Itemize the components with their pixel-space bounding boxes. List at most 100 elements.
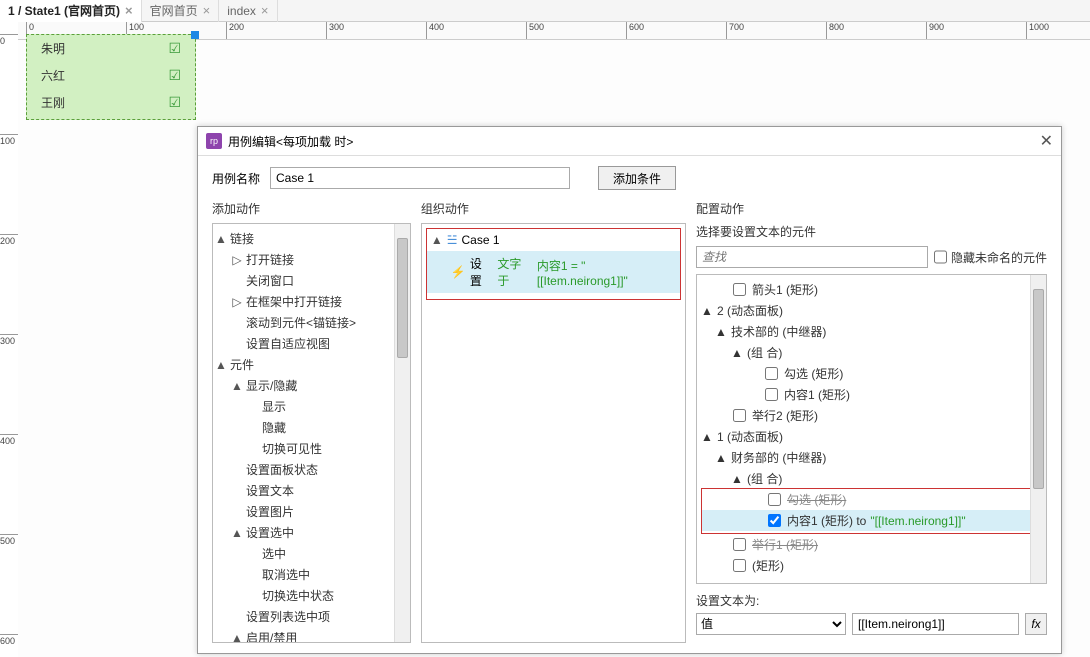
widget-checkbox[interactable] <box>765 388 778 401</box>
hide-unnamed-checkbox[interactable]: 隐藏未命名的元件 <box>934 246 1047 268</box>
widget-label: 举行1 (矩形) <box>752 536 818 553</box>
tree-arrow-icon[interactable]: ▲ <box>715 325 727 339</box>
widget-checkbox[interactable] <box>733 559 746 572</box>
ruler-tick: 300 <box>0 334 18 346</box>
tree-arrow-icon[interactable]: ▲ <box>731 472 743 486</box>
close-icon[interactable]: × <box>261 3 269 18</box>
repeater-widget[interactable]: 朱明☑六红☑王刚☑ <box>26 34 196 120</box>
action-tree-item[interactable]: 设置列表选中项 <box>215 606 408 627</box>
action-tree-item[interactable]: 滚动到元件<锚链接> <box>215 312 408 333</box>
close-icon[interactable]: × <box>203 3 211 18</box>
tree-item-label: 打开链接 <box>246 251 294 268</box>
widget-tree-item[interactable]: ▲(组 合) <box>699 468 1044 489</box>
ruler-tick: 500 <box>526 22 544 40</box>
scrollbar-thumb[interactable] <box>1033 289 1044 489</box>
check-icon[interactable]: ☑ <box>168 67 181 84</box>
action-tree-item[interactable]: 设置图片 <box>215 501 408 522</box>
tab-label: 1 / State1 (官网首页) <box>8 2 120 19</box>
tree-arrow-icon[interactable]: ▲ <box>701 430 713 444</box>
tree-arrow-icon[interactable]: ▲ <box>731 346 743 360</box>
tree-arrow-icon[interactable]: ▲ <box>215 358 227 372</box>
widget-tree-item[interactable]: 举行2 (矩形) <box>699 405 1044 426</box>
check-icon[interactable]: ☑ <box>168 40 181 57</box>
text-value-input[interactable] <box>852 613 1019 635</box>
list-item[interactable]: 王刚☑ <box>27 89 195 116</box>
case-name-input[interactable] <box>270 167 570 189</box>
action-tree-item[interactable]: ▷打开链接 <box>215 249 408 270</box>
action-tree-item[interactable]: ▲链接 <box>215 228 408 249</box>
collapse-icon[interactable]: ▲ <box>431 233 443 247</box>
widget-tree-item[interactable]: ▲(组 合) <box>699 342 1044 363</box>
close-icon[interactable]: × <box>125 3 133 18</box>
widget-checkbox[interactable] <box>768 493 781 506</box>
widget-checkbox[interactable] <box>733 283 746 296</box>
list-item[interactable]: 六红☑ <box>27 62 195 89</box>
action-tree-item[interactable]: 隐藏 <box>215 417 408 438</box>
fx-button[interactable]: fx <box>1025 613 1047 635</box>
action-tree-item[interactable]: ▲启用/禁用 <box>215 627 408 643</box>
tree-arrow-icon[interactable]: ▷ <box>231 295 243 309</box>
widget-tree-item[interactable]: ▲财务部的 (中继器) <box>699 447 1044 468</box>
tab-home[interactable]: 官网首页× <box>142 0 220 22</box>
ruler-tick: 800 <box>826 22 844 40</box>
resize-handle[interactable] <box>191 31 199 39</box>
widget-checkbox[interactable] <box>733 538 746 551</box>
list-item[interactable]: 朱明☑ <box>27 35 195 62</box>
widget-tree-item[interactable]: 勾选 (矩形) <box>699 363 1044 384</box>
text-mode-select[interactable]: 值 <box>696 613 846 635</box>
check-icon[interactable]: ☑ <box>168 94 181 111</box>
action-tree-item[interactable]: 关闭窗口 <box>215 270 408 291</box>
action-tree-item[interactable]: ▲元件 <box>215 354 408 375</box>
hide-unnamed-cb[interactable] <box>934 246 947 268</box>
widget-tree-item[interactable]: 箭头1 (矩形) <box>699 279 1044 300</box>
widget-checkbox[interactable] <box>768 514 781 527</box>
action-tree-item[interactable]: 设置文本 <box>215 480 408 501</box>
tree-arrow-icon[interactable]: ▲ <box>231 631 243 644</box>
widget-label: 2 (动态面板) <box>717 302 783 319</box>
selection-highlight: 勾选 (矩形)内容1 (矩形) to "[[Item.neirong1]]" <box>701 488 1042 534</box>
scrollbar[interactable] <box>394 224 410 642</box>
action-tree-item[interactable]: 选中 <box>215 543 408 564</box>
widget-tree-item[interactable]: ▲技术部的 (中继器) <box>699 321 1044 342</box>
search-widgets-input[interactable] <box>696 246 928 268</box>
widget-checkbox[interactable] <box>765 367 778 380</box>
widget-tree-item[interactable]: (矩形) <box>699 555 1044 576</box>
widget-label: 箭头1 (矩形) <box>752 281 818 298</box>
add-condition-button[interactable]: 添加条件 <box>598 166 676 190</box>
action-tree-item[interactable]: 设置自适应视图 <box>215 333 408 354</box>
tab-state1[interactable]: 1 / State1 (官网首页) × <box>0 0 142 22</box>
close-icon[interactable]: ✕ <box>1040 131 1053 151</box>
action-tree-item[interactable]: 取消选中 <box>215 564 408 585</box>
action-set-text[interactable]: ⚡ 设置 文字于 内容1 = "[[Item.neirong1]]" <box>427 251 680 293</box>
action-tree-item[interactable]: ▷在框架中打开链接 <box>215 291 408 312</box>
lightning-icon: ⚡ <box>451 265 466 279</box>
widget-tree-item[interactable]: ▲ 2 (动态面板) <box>699 300 1044 321</box>
scrollbar-thumb[interactable] <box>397 238 408 358</box>
action-tree-item[interactable]: 显示 <box>215 396 408 417</box>
widget-tree-item[interactable]: 勾选 (矩形) <box>702 489 1041 510</box>
tree-arrow-icon[interactable]: ▲ <box>715 451 727 465</box>
tree-arrow-icon[interactable]: ▲ <box>701 304 713 318</box>
tree-arrow-icon[interactable]: ▷ <box>231 253 243 267</box>
action-tree-item[interactable]: ▲设置选中 <box>215 522 408 543</box>
widget-tree-item[interactable]: 内容1 (矩形) to "[[Item.neirong1]]" <box>702 510 1041 531</box>
tree-arrow-icon[interactable]: ▲ <box>231 526 243 540</box>
widget-value: "[[Item.neirong1]]" <box>870 514 965 528</box>
action-tree-item[interactable]: ▲显示/隐藏 <box>215 375 408 396</box>
tree-item-label: 元件 <box>230 356 254 373</box>
case-node[interactable]: ▲ ☱ Case 1 <box>427 229 680 251</box>
action-tree-item[interactable]: 切换可见性 <box>215 438 408 459</box>
widget-tree-item[interactable]: 内容1 (矩形) <box>699 384 1044 405</box>
tab-index[interactable]: index× <box>219 0 277 22</box>
widget-tree-item[interactable]: 举行1 (矩形) <box>699 534 1044 555</box>
widget-tree-item[interactable]: ▲1 (动态面板) <box>699 426 1044 447</box>
widget-label: 举行2 (矩形) <box>752 407 818 424</box>
tree-arrow-icon[interactable]: ▲ <box>215 232 227 246</box>
widget-checkbox[interactable] <box>733 409 746 422</box>
action-tree-item[interactable]: 设置面板状态 <box>215 459 408 480</box>
dialog-titlebar[interactable]: rp 用例编辑<每项加载 时> ✕ <box>198 127 1061 156</box>
cfg-prompt: 选择要设置文本的元件 <box>696 223 1047 240</box>
action-tree-item[interactable]: 切换选中状态 <box>215 585 408 606</box>
tree-arrow-icon[interactable]: ▲ <box>231 379 243 393</box>
scrollbar[interactable] <box>1030 275 1046 583</box>
